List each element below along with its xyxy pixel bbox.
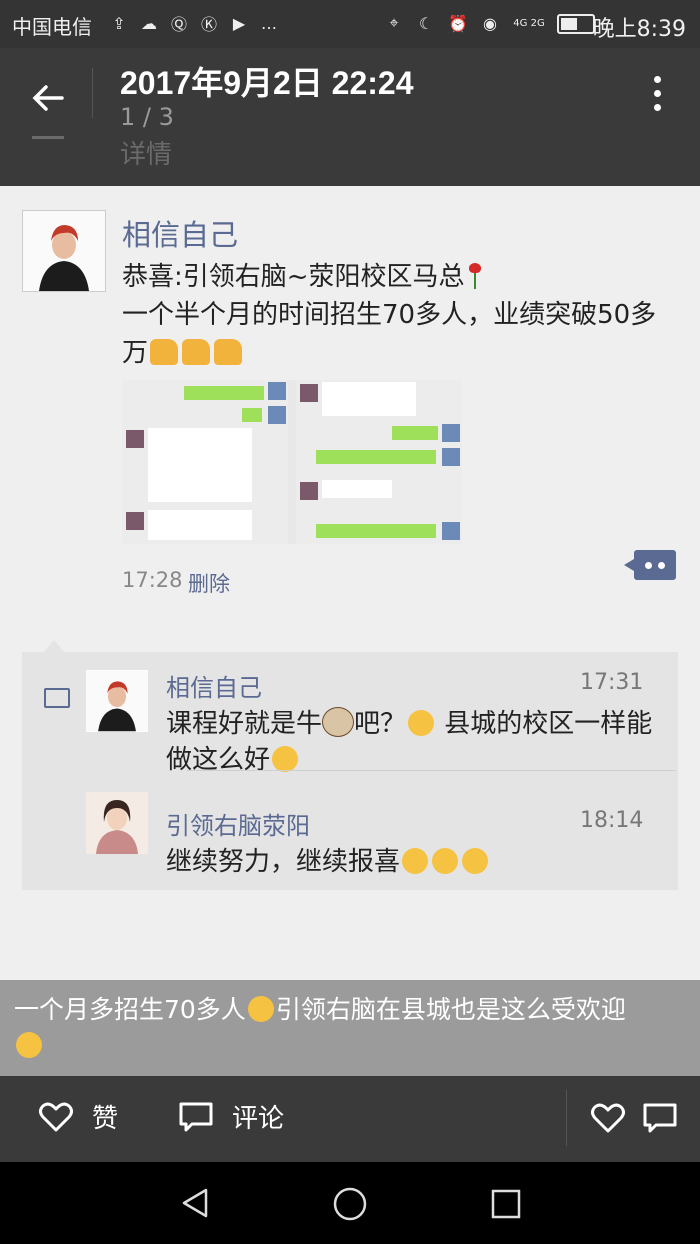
status-bar: 中国电信 ⇪ ☁ Ⓠ Ⓚ ▶ … ⌖ ☾ ⏰ ◉ 4G 2G 晚上8:39 bbox=[0, 0, 700, 48]
signal-icon: 4G 2G bbox=[513, 17, 545, 29]
comments-panel: 相信自己 17:31 课程好就是牛 吧？ 县城的校区一样能做这么好 引领右脑荥阳 … bbox=[22, 640, 678, 890]
smile-emoji-icon bbox=[462, 848, 489, 874]
ghost-title: 详情 bbox=[120, 140, 173, 170]
bottom-action-bar: 赞 评论 bbox=[0, 1076, 700, 1162]
nav-back-icon[interactable] bbox=[178, 1186, 212, 1220]
nav-recents-icon[interactable] bbox=[490, 1188, 522, 1220]
comment-divider bbox=[186, 770, 676, 771]
comment-text-part: 继续努力，继续报喜 bbox=[166, 847, 401, 877]
comment-author[interactable]: 引领右脑荥阳 bbox=[166, 806, 310, 841]
more-options-icon[interactable] bbox=[654, 76, 662, 116]
thumbs-up-emoji-icon bbox=[182, 339, 211, 365]
comment-icon bbox=[179, 1102, 213, 1131]
commenter-avatar[interactable] bbox=[86, 792, 148, 854]
title-bar: 2017年9月2日 22:24 1 / 3 详情 bbox=[0, 48, 700, 186]
comment-time: 18:14 bbox=[580, 808, 644, 833]
k-app-icon: Ⓚ bbox=[200, 15, 217, 34]
comment-text-part: 课程好就是牛 bbox=[166, 709, 323, 739]
eye-comfort-icon: ◉ bbox=[483, 13, 497, 33]
smile-emoji-icon bbox=[402, 848, 429, 874]
like-button[interactable]: 赞 bbox=[38, 1098, 118, 1135]
video-app-icon: ▶ bbox=[232, 13, 246, 33]
grin-emoji-icon bbox=[408, 710, 435, 736]
title-separator bbox=[92, 68, 93, 118]
like-label: 赞 bbox=[92, 1104, 119, 1134]
cow-emoji-icon bbox=[322, 707, 355, 737]
page-title: 2017年9月2日 22:24 bbox=[120, 65, 414, 101]
chat-screenshot-left bbox=[122, 380, 288, 544]
thinking-emoji-icon bbox=[272, 746, 299, 772]
delete-link[interactable]: 删除 bbox=[188, 568, 230, 598]
back-arrow-icon[interactable] bbox=[28, 78, 68, 118]
cloud-icon: ☁ bbox=[141, 13, 157, 33]
image-caption: 一个月多招生70多人 引领右脑在县城也是这么受欢迎 bbox=[0, 980, 700, 1076]
heart-icon bbox=[39, 1102, 73, 1131]
chat-screenshot-right bbox=[296, 380, 462, 544]
battery-icon bbox=[557, 14, 595, 34]
nav-home-icon[interactable] bbox=[332, 1186, 368, 1222]
rose-emoji-icon bbox=[468, 263, 481, 289]
caption-text-part: 引领右脑在县城也是这么受欢迎 bbox=[275, 995, 626, 1024]
commenter-avatar[interactable] bbox=[86, 670, 148, 732]
post-timestamp: 17:28 bbox=[122, 568, 183, 592]
avatar-image bbox=[23, 211, 105, 291]
carrier-label: 中国电信 bbox=[12, 15, 92, 39]
upload-icon: ⇪ bbox=[112, 13, 126, 33]
comment-text: 继续努力，继续报喜 bbox=[166, 844, 656, 880]
post-text: 恭喜:引领右脑~荥阳校区马总 一个半个月的时间招生70多人，业绩突破50多万 bbox=[122, 258, 682, 372]
likes-heart-icon[interactable] bbox=[590, 1102, 626, 1134]
ghost-back-arrow bbox=[32, 136, 64, 149]
do-not-disturb-icon: ☾ bbox=[418, 13, 434, 33]
author-avatar[interactable] bbox=[22, 210, 106, 292]
comment-author[interactable]: 相信自己 bbox=[166, 668, 262, 703]
q-app-icon: Ⓠ bbox=[170, 15, 187, 34]
comment-text: 课程好就是牛 吧？ 县城的校区一样能做这么好 bbox=[166, 706, 656, 778]
post-line-1: 恭喜:引领右脑~荥阳校区马总 bbox=[122, 262, 465, 292]
avatar-image bbox=[86, 670, 148, 732]
status-icons-left: ⇪ ☁ Ⓠ Ⓚ ▶ … bbox=[108, 12, 280, 35]
caption-text-part: 一个月多招生70多人 bbox=[14, 995, 246, 1024]
comment-label: 评论 bbox=[232, 1104, 285, 1134]
comment-action-button[interactable] bbox=[624, 550, 676, 580]
tongue-wink-emoji-icon bbox=[247, 996, 274, 1022]
moment-detail: 相信自己 恭喜:引领右脑~荥阳校区马总 一个半个月的时间招生70多人，业绩突破5… bbox=[0, 186, 700, 980]
avatar-image bbox=[86, 792, 148, 854]
more-notifications-icon: … bbox=[261, 13, 277, 33]
clock-label: 晚上8:39 bbox=[592, 17, 686, 42]
location-icon: ⌖ bbox=[389, 13, 399, 32]
comment-text-part: 吧？ bbox=[354, 709, 407, 739]
comment-time: 17:31 bbox=[580, 670, 644, 695]
smile-emoji-icon bbox=[432, 848, 459, 874]
system-navigation-bar bbox=[0, 1162, 700, 1244]
thinking-emoji-icon bbox=[16, 1032, 42, 1058]
thumbs-up-emoji-icon bbox=[214, 339, 243, 365]
comment-button[interactable]: 评论 bbox=[178, 1098, 284, 1135]
post-image[interactable] bbox=[122, 380, 462, 544]
thumbs-up-emoji-icon bbox=[150, 339, 179, 365]
comments-list-icon[interactable] bbox=[642, 1102, 678, 1134]
status-icons-right: ⌖ ☾ ⏰ ◉ 4G 2G bbox=[383, 12, 595, 34]
bottom-bar-separator bbox=[566, 1090, 567, 1146]
comment-bubble-icon bbox=[44, 688, 70, 708]
page-indicator: 1 / 3 bbox=[120, 103, 174, 131]
post-author[interactable]: 相信自己 bbox=[122, 212, 238, 254]
alarm-icon: ⏰ bbox=[448, 13, 468, 33]
